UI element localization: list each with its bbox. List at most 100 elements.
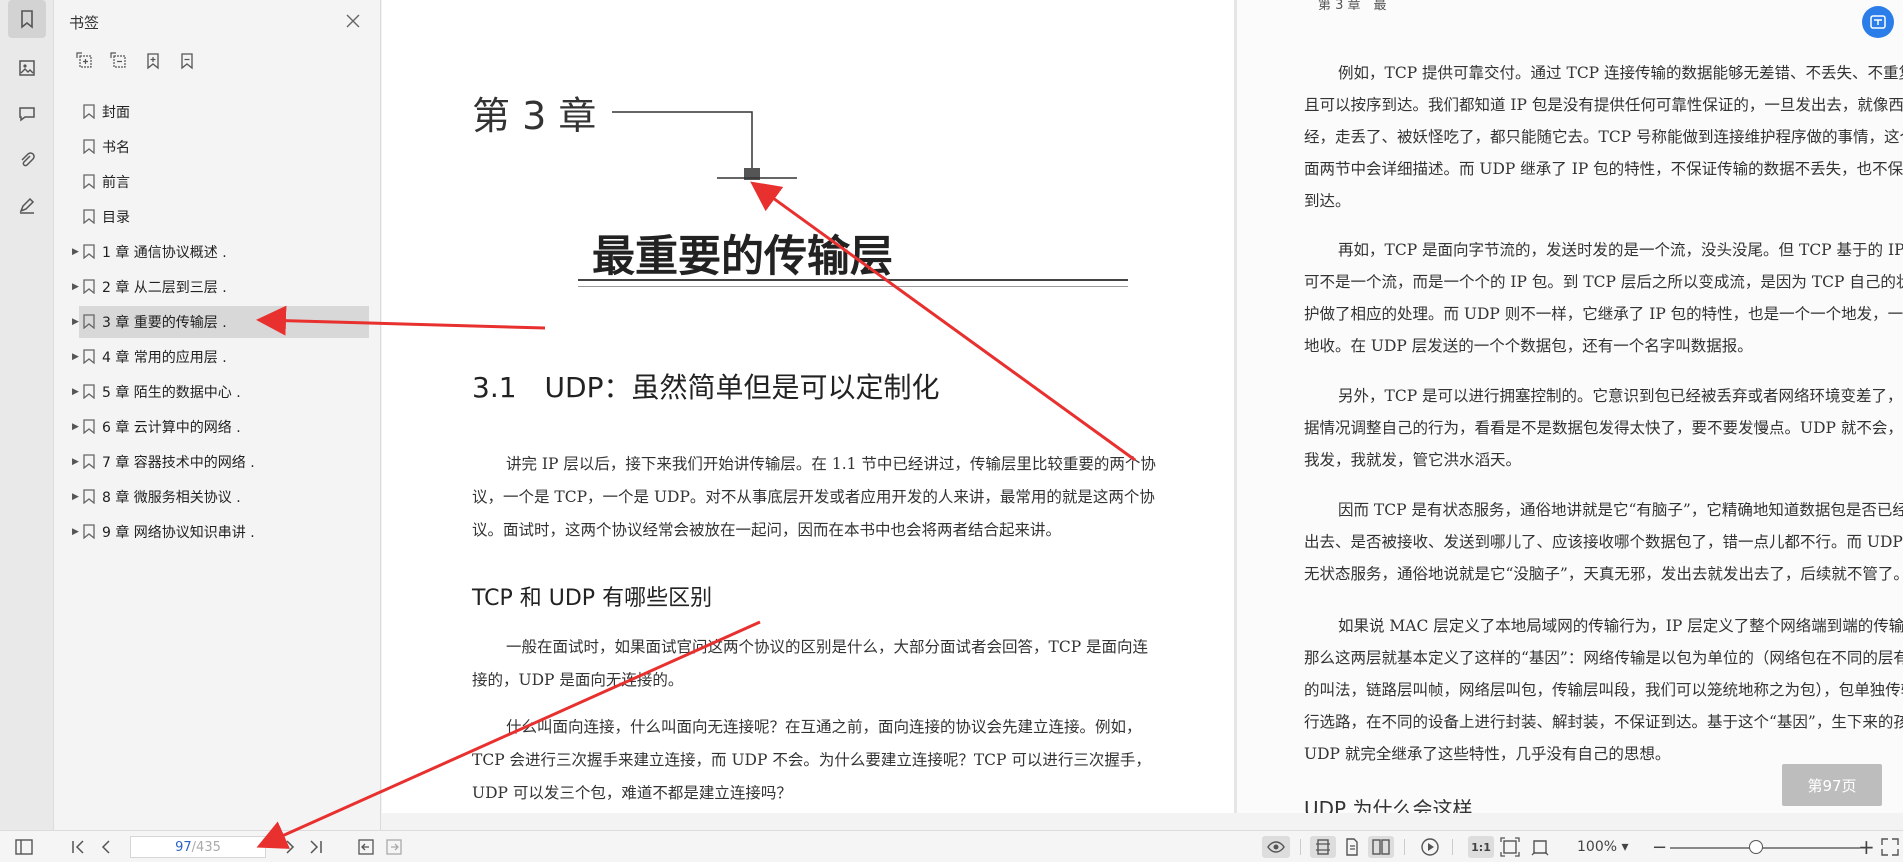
next-page-icon[interactable] xyxy=(280,836,300,858)
bookmark-flag-icon xyxy=(83,104,95,120)
back-icon[interactable] xyxy=(356,836,376,858)
bookmark-label: 8 章 微服务相关协议 . xyxy=(102,489,241,506)
expand-caret-icon[interactable]: ▶ xyxy=(72,247,82,257)
bookmark-item-ch1[interactable]: ▶ 1 章 通信协议概述 . xyxy=(55,234,381,269)
thumbnail-icon[interactable] xyxy=(8,49,46,87)
continuous-view-icon[interactable] xyxy=(1342,836,1362,858)
delete-bookmark-icon[interactable] xyxy=(177,50,197,72)
divider xyxy=(1300,839,1301,855)
translate-float-button[interactable] xyxy=(1862,6,1894,38)
single-page-view-icon[interactable] xyxy=(1310,836,1336,858)
paragraph: 一般在面试时，如果面试官问这两个协议的区别是什么，大部分面试者会回答，TCP 是… xyxy=(472,638,1149,689)
bookmark-list: 封面 书名 前言 目录 ▶ 1 章 通信协议概述 . ▶ 2 章 从二层到三层 … xyxy=(55,94,381,549)
comment-icon[interactable] xyxy=(8,95,46,133)
expand-caret-icon[interactable]: ▶ xyxy=(72,492,82,502)
bookmark-flag-icon xyxy=(83,454,95,470)
pdf-reader-window: 书签 封面 书名 前言 目录 ▶ 1 章 通信协议概述 . ▶ 2 章 从二层到… xyxy=(0,0,1903,862)
expand-caret-icon[interactable]: ▶ xyxy=(72,422,82,432)
page-number-input[interactable]: 97/435 xyxy=(130,836,266,858)
chapter-decoration xyxy=(612,111,760,180)
bookmark-flag-icon xyxy=(83,349,95,365)
bookmark-label: 3 章 重要的传输层 . xyxy=(102,314,227,331)
zoom-in-icon[interactable]: + xyxy=(1858,835,1875,859)
forward-icon[interactable] xyxy=(384,836,404,858)
paragraph: 另外，TCP 是可以进行拥塞控制的。它意识到包已经被丢弃或者网络环境变差了，就会… xyxy=(1304,387,1903,469)
paragraph: 讲完 IP 层以后，接下来我们开始讲传输层。在 1.1 节中已经讲过，传输层里比… xyxy=(472,455,1156,539)
bookmark-item-ch2[interactable]: ▶ 2 章 从二层到三层 . xyxy=(55,269,381,304)
bookmark-item-ch6[interactable]: ▶ 6 章 云计算中的网络 . xyxy=(55,409,381,444)
bookmark-item-ch9[interactable]: ▶ 9 章 网络协议知识串讲 . xyxy=(55,514,381,549)
running-header: 第 3 章 最 xyxy=(1318,0,1387,13)
bookmark-item-ch7[interactable]: ▶ 7 章 容器技术中的网络 . xyxy=(55,444,381,479)
bookmark-toolbar xyxy=(75,50,197,72)
translate-icon xyxy=(1870,15,1886,29)
bookmark-label: 4 章 常用的应用层 . xyxy=(102,349,227,366)
zoom-value: 100% xyxy=(1577,839,1618,855)
zoom-out-icon[interactable]: − xyxy=(1652,836,1667,858)
bookmark-item-ch4[interactable]: ▶ 4 章 常用的应用层 . xyxy=(55,339,381,374)
section-heading: 3.1 UDP：虽然简单但是可以定制化 xyxy=(472,371,940,404)
bookmark-item-ch5[interactable]: ▶ 5 章 陌生的数据中心 . xyxy=(55,374,381,409)
bookmark-flag-icon xyxy=(83,279,95,295)
play-icon[interactable] xyxy=(1420,836,1440,858)
bookmark-label: 7 章 容器技术中的网络 . xyxy=(102,454,255,471)
current-page: 97 xyxy=(175,839,192,855)
actual-size-icon[interactable]: 1:1 xyxy=(1468,836,1494,858)
bookmark-label: 6 章 云计算中的网络 . xyxy=(102,419,241,436)
bookmark-flag-icon xyxy=(83,419,95,435)
bookmark-panel: 书签 封面 书名 前言 目录 ▶ 1 章 通信协议概述 . ▶ 2 章 从二层到… xyxy=(55,0,381,830)
document-viewport[interactable]: 第 3 章 最重要的传输层 3.1 UDP：虽然简单但是可以定制化 讲完 IP … xyxy=(382,0,1903,813)
fit-page-icon[interactable] xyxy=(1500,836,1520,858)
bookmark-flag-icon xyxy=(83,244,95,260)
expand-caret-icon[interactable]: ▶ xyxy=(72,457,82,467)
bookmark-flag-icon xyxy=(83,384,95,400)
collapse-all-icon[interactable] xyxy=(109,50,129,72)
status-bar: 97/435 1:1 100% ▾ − + xyxy=(0,830,1903,862)
divider xyxy=(1404,839,1405,855)
attachment-icon[interactable] xyxy=(8,141,46,179)
last-page-icon[interactable] xyxy=(306,836,326,858)
title-underline xyxy=(578,279,1128,281)
expand-all-icon[interactable] xyxy=(75,50,95,72)
close-icon[interactable] xyxy=(342,10,364,32)
bookmark-item-ch3[interactable]: ▶ 3 章 重要的传输层 . xyxy=(55,304,381,339)
expand-caret-icon[interactable]: ▶ xyxy=(72,352,82,362)
fullscreen-icon[interactable] xyxy=(1880,836,1900,858)
zoom-level[interactable]: 100% ▾ xyxy=(1577,839,1629,855)
expand-caret-icon[interactable]: ▶ xyxy=(72,387,82,397)
two-page-view-icon[interactable] xyxy=(1368,836,1394,858)
bookmark-item-preface[interactable]: 前言 xyxy=(55,164,381,199)
add-bookmark-icon[interactable] xyxy=(143,50,163,72)
bookmark-label: 9 章 网络协议知识串讲 . xyxy=(102,524,255,541)
paragraph: 例如，TCP 提供可靠交付。通过 TCP 连接传输的数据能够无差错、不丢失、不重… xyxy=(1304,64,1903,210)
chapter-number: 第 3 章 xyxy=(472,94,597,138)
bookmark-item-title[interactable]: 书名 xyxy=(55,129,381,164)
bookmark-flag-icon xyxy=(83,174,95,190)
page-number-badge: 第97页 xyxy=(1782,764,1882,806)
bookmark-label: 2 章 从二层到三层 . xyxy=(102,279,227,296)
bookmark-item-cover[interactable]: 封面 xyxy=(55,94,381,129)
bookmark-icon[interactable] xyxy=(8,0,46,38)
bookmark-flag-icon xyxy=(83,489,95,505)
fit-width-icon[interactable] xyxy=(1530,836,1550,858)
expand-caret-icon[interactable]: ▶ xyxy=(72,317,82,327)
toggle-sidebar-icon[interactable] xyxy=(14,836,34,858)
bookmark-flag-icon xyxy=(83,314,95,330)
bookmark-item-toc[interactable]: 目录 xyxy=(55,199,381,234)
prev-page-icon[interactable] xyxy=(96,836,116,858)
paragraph: 因而 TCP 是有状态服务，通俗地讲就是它“有脑子”，它精确地知道数据包是否已经… xyxy=(1304,501,1903,583)
zoom-slider-track[interactable] xyxy=(1670,847,1860,849)
bookmark-item-ch8[interactable]: ▶ 8 章 微服务相关协议 . xyxy=(55,479,381,514)
bookmark-label: 封面 xyxy=(102,104,130,121)
expand-caret-icon[interactable]: ▶ xyxy=(72,527,82,537)
signature-icon[interactable] xyxy=(8,186,46,224)
zoom-slider-knob[interactable] xyxy=(1749,840,1763,854)
title-underline-thin xyxy=(578,286,1128,287)
paragraph: 如果说 MAC 层定义了本地局域网的传输行为，IP 层定义了整个网络端到端的传输… xyxy=(1304,617,1903,763)
total-pages: /435 xyxy=(191,839,221,855)
bookmark-label: 前言 xyxy=(102,174,130,191)
left-icon-rail xyxy=(0,0,54,830)
expand-caret-icon[interactable]: ▶ xyxy=(72,282,82,292)
first-page-icon[interactable] xyxy=(68,836,88,858)
eye-protection-icon[interactable] xyxy=(1262,836,1290,858)
